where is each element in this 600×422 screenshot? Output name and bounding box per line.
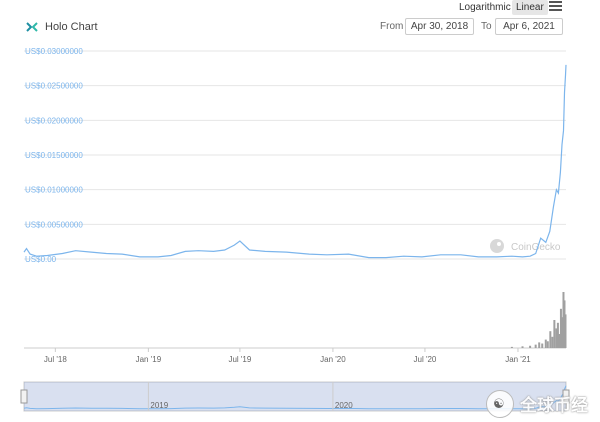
y-tick-label: US$0.02500000 [25, 82, 83, 91]
price-line [23, 64, 567, 259]
volume-bar [510, 346, 513, 348]
y-tick-label: US$0.03000000 [25, 47, 83, 56]
navigator-tick-label: 2019 [150, 401, 168, 410]
volume-bar [521, 346, 524, 348]
x-tick-label: Jul '19 [228, 355, 251, 364]
volume-series [510, 292, 567, 348]
volume-bar [546, 341, 549, 348]
volume-bar [564, 314, 567, 348]
y-tick-label: US$0.02000000 [25, 116, 83, 125]
to-label: To [481, 21, 492, 32]
coingecko-watermark: CoinGecko [490, 239, 561, 253]
x-axis: Jul '18 Jan '19 Jul '19 Jan '20 Jul '20 Jan '… [44, 348, 531, 364]
watermark-text: 全球币经 [520, 396, 588, 415]
linear-scale-button[interactable]: Linear [512, 0, 548, 15]
volume-bar [541, 343, 544, 348]
volume-bar [538, 342, 541, 348]
y-axis: US$0.00US$0.00500000US$0.01000000US$0.01… [25, 47, 83, 264]
y-tick-label: US$0.00500000 [25, 220, 83, 229]
volume-bar [544, 339, 547, 348]
price-chart: US$0.00US$0.00500000US$0.01000000US$0.01… [23, 47, 567, 364]
x-tick-label: Jan '19 [136, 355, 162, 364]
volume-bar [553, 320, 556, 348]
volume-bar [534, 344, 537, 348]
x-tick-label: Jul '18 [44, 355, 67, 364]
chart-title: Holo Chart [45, 21, 98, 33]
price-series [23, 64, 567, 259]
to-date-input[interactable]: Apr 6, 2021 [495, 18, 563, 35]
volume-bar [549, 331, 552, 348]
hamburger-menu-icon[interactable] [549, 1, 562, 12]
x-tick-label: Jan '21 [505, 355, 531, 364]
volume-bar [551, 336, 554, 348]
overlay-watermark: ☯ 全球币经 [484, 387, 594, 419]
from-date-input[interactable]: Apr 30, 2018 [405, 18, 474, 35]
from-label: From [380, 21, 404, 32]
watermark-logo-icon: ☯ [486, 390, 514, 418]
x-tick-label: Jul '20 [414, 355, 437, 364]
grid [24, 50, 566, 349]
x-tick-label: Jan '20 [320, 355, 346, 364]
logarithmic-scale-button[interactable]: Logarithmic [455, 0, 515, 15]
navigator-left-handle[interactable] [20, 389, 28, 404]
holo-logo-icon [26, 22, 38, 32]
y-tick-label: US$0.01000000 [25, 186, 83, 195]
volume-bar [529, 345, 532, 348]
y-tick-label: US$0.01500000 [25, 151, 83, 160]
navigator-tick-label: 2020 [335, 401, 353, 410]
